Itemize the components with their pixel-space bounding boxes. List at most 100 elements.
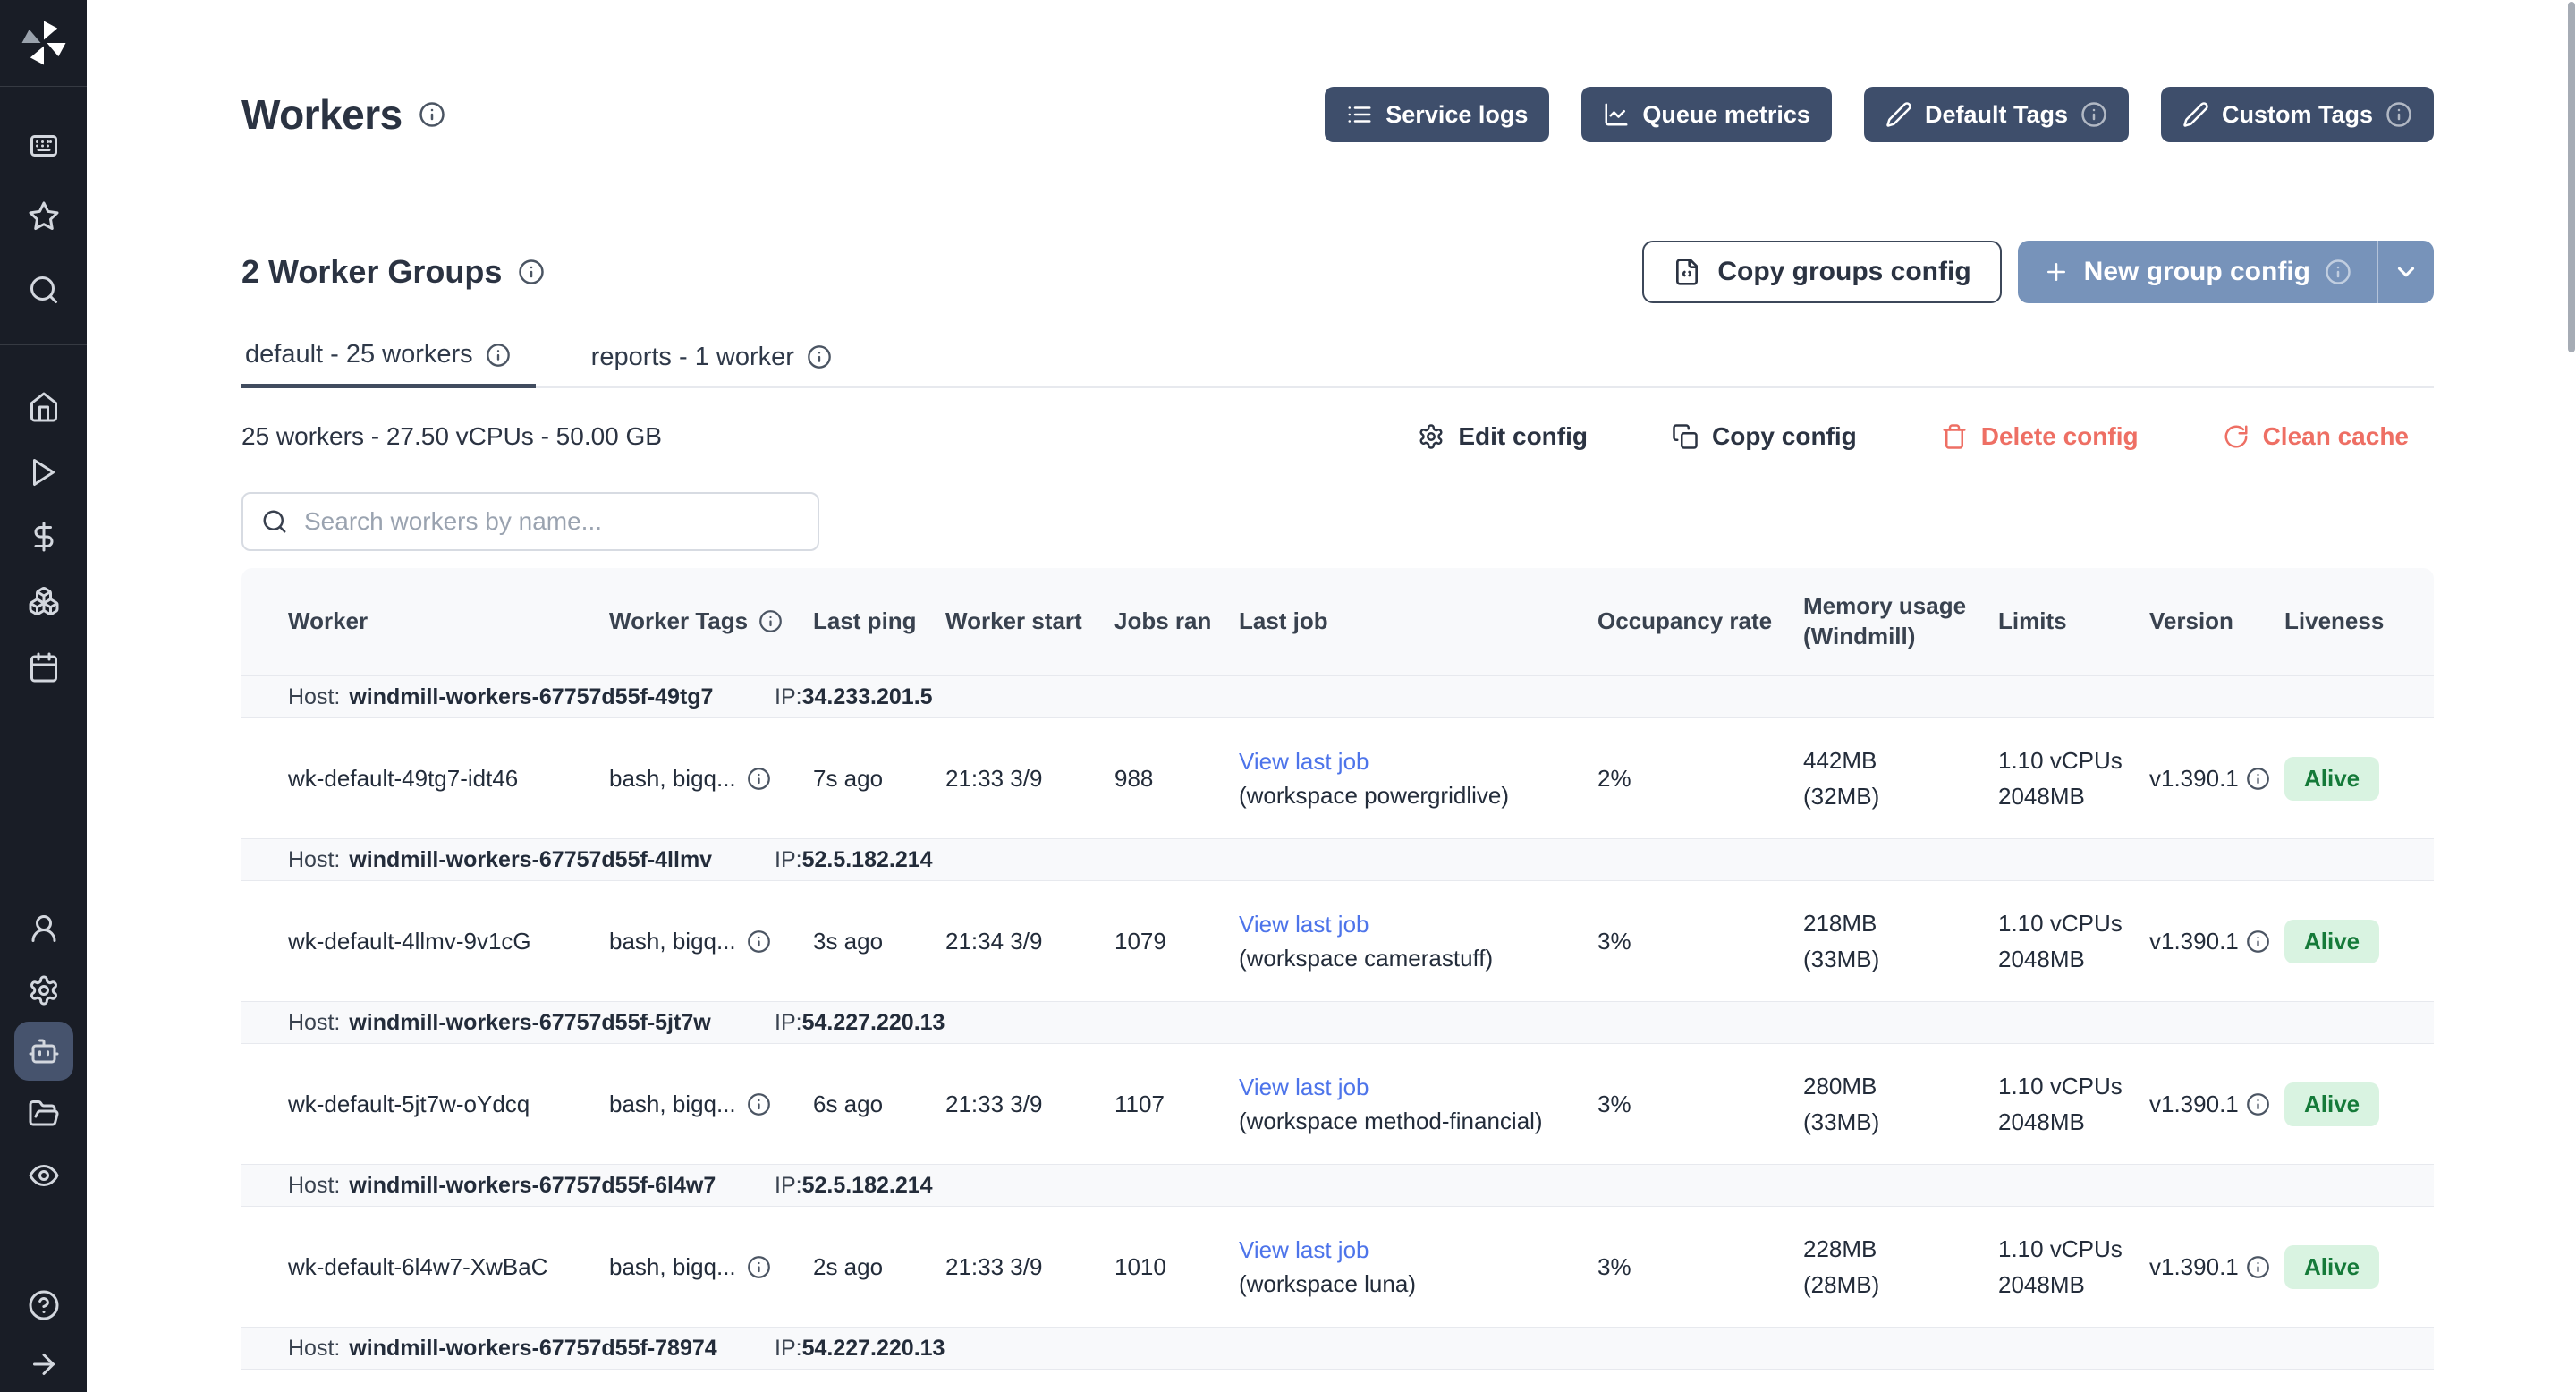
last-ping: 2s ago xyxy=(813,1253,945,1281)
robot-icon xyxy=(28,1035,60,1067)
limits-cell: 1.10 vCPUs 2048MB xyxy=(1998,743,2149,814)
info-icon[interactable] xyxy=(758,609,783,633)
info-icon[interactable] xyxy=(2325,259,2351,285)
clean-cache-button[interactable]: Clean cache xyxy=(2223,422,2409,451)
keypad-icon[interactable] xyxy=(28,130,60,162)
pen-icon xyxy=(2182,101,2209,128)
info-icon[interactable] xyxy=(747,929,771,954)
jobs-ran: 1079 xyxy=(1114,928,1239,955)
boxes-icon[interactable] xyxy=(28,585,60,617)
host-name: windmill-workers-67757d55f-5jt7w xyxy=(349,1010,710,1036)
help-icon[interactable] xyxy=(28,1289,60,1321)
last-job-cell: View last job (workspace camerastuff) xyxy=(1239,907,1597,975)
view-last-job-link[interactable]: View last job xyxy=(1239,907,1576,941)
tab-default[interactable]: default - 25 workers xyxy=(242,333,536,388)
info-icon[interactable] xyxy=(747,767,771,791)
view-last-job-link[interactable]: View last job xyxy=(1239,1233,1576,1267)
star-icon[interactable] xyxy=(28,200,60,233)
host-row: Host: windmill-workers-67757d55f-78974 I… xyxy=(242,1327,2434,1370)
windmill-logo-icon[interactable] xyxy=(19,18,69,68)
worker-row: wk-default-5jt7w-oYdcq bash, bigq... 6s … xyxy=(242,1044,2434,1164)
info-icon[interactable] xyxy=(2246,929,2270,954)
info-icon[interactable] xyxy=(486,343,511,368)
limits-cell: 1.10 vCPUs 2048MB xyxy=(1998,1231,2149,1303)
toolbar: Service logs Queue metrics Default Tags xyxy=(1325,87,2434,142)
tab-reports[interactable]: reports - 1 worker xyxy=(588,333,857,388)
search-icon[interactable] xyxy=(28,274,60,306)
liveness-cell: Alive xyxy=(2284,1245,2434,1289)
host-row: Host: windmill-workers-67757d55f-5jt7w I… xyxy=(242,1001,2434,1044)
sidebar-divider xyxy=(0,344,87,345)
sidebar-divider xyxy=(0,86,87,87)
last-job-workspace: (workspace method-financial) xyxy=(1239,1104,1576,1138)
col-occupancy-rate: Occupancy rate xyxy=(1597,607,1803,637)
search-icon xyxy=(261,508,288,535)
search-input[interactable] xyxy=(304,507,800,536)
occupancy-rate: 2% xyxy=(1597,765,1803,793)
dollar-icon[interactable] xyxy=(28,521,60,553)
info-icon[interactable] xyxy=(2385,101,2412,128)
play-icon[interactable] xyxy=(28,456,60,488)
view-last-job-link[interactable]: View last job xyxy=(1239,744,1576,778)
memory-usage-cell: 218MB (33MB) xyxy=(1803,905,1998,977)
custom-tags-button[interactable]: Custom Tags xyxy=(2161,87,2434,142)
new-group-config-button[interactable]: New group config xyxy=(2018,241,2434,303)
host-ip: IP:52.5.182.214 xyxy=(775,1173,933,1199)
scrollbar-thumb[interactable] xyxy=(2568,2,2575,352)
info-icon[interactable] xyxy=(747,1255,771,1279)
info-icon[interactable] xyxy=(747,1092,771,1116)
host-prefix: Host: xyxy=(288,847,340,873)
host-name: windmill-workers-67757d55f-4llmv xyxy=(349,847,712,873)
gear-icon xyxy=(1418,423,1445,450)
worker-groups-info-icon[interactable] xyxy=(518,259,545,285)
worker-name: wk-default-5jt7w-oYdcq xyxy=(242,1091,609,1118)
info-icon[interactable] xyxy=(2080,101,2107,128)
occupancy-rate: 3% xyxy=(1597,1253,1803,1281)
col-memory-usage: Memory usage (Windmill) xyxy=(1803,591,1998,652)
limits-cell: 1.10 vCPUs 2048MB xyxy=(1998,1068,2149,1140)
chevron-down-icon[interactable] xyxy=(2378,241,2434,303)
edit-config-button[interactable]: Edit config xyxy=(1418,422,1588,451)
delete-config-button[interactable]: Delete config xyxy=(1941,422,2139,451)
copy-config-button[interactable]: Copy config xyxy=(1672,422,1857,451)
collapse-arrow-icon[interactable] xyxy=(28,1348,60,1380)
host-name: windmill-workers-67757d55f-6l4w7 xyxy=(349,1173,716,1199)
last-job-workspace: (workspace powergridlive) xyxy=(1239,778,1576,812)
view-last-job-link[interactable]: View last job xyxy=(1239,1070,1576,1104)
col-worker: Worker xyxy=(242,607,609,637)
limits-cell: 1.10 vCPUs 2048MB xyxy=(1998,905,2149,977)
liveness-badge: Alive xyxy=(2284,1245,2379,1289)
service-logs-button[interactable]: Service logs xyxy=(1325,87,1549,142)
calendar-icon[interactable] xyxy=(28,651,60,683)
worker-row: wk-default-4llmv-9v1cG bash, bigq... 3s … xyxy=(242,881,2434,1001)
col-limits: Limits xyxy=(1998,607,2149,637)
queue-metrics-button[interactable]: Queue metrics xyxy=(1581,87,1832,142)
worker-row: wk-default-6l4w7-XwBaC bash, bigq... 2s … xyxy=(242,1207,2434,1327)
refresh-icon xyxy=(2223,423,2250,450)
settings-gear-icon[interactable] xyxy=(28,974,60,1006)
host-ip: IP:52.5.182.214 xyxy=(775,847,933,873)
workers-info-icon[interactable] xyxy=(419,101,445,128)
copy-groups-config-button[interactable]: Copy groups config xyxy=(1642,241,2001,303)
folder-open-icon[interactable] xyxy=(28,1098,60,1130)
group-summary: 25 workers - 27.50 vCPUs - 50.00 GB xyxy=(242,422,662,451)
jobs-ran: 1107 xyxy=(1114,1091,1239,1118)
liveness-badge: Alive xyxy=(2284,757,2379,801)
home-icon[interactable] xyxy=(28,391,60,423)
col-last-ping: Last ping xyxy=(813,607,945,637)
group-summary-row: 25 workers - 27.50 vCPUs - 50.00 GB Edit… xyxy=(242,419,2409,454)
worker-start: 21:33 3/9 xyxy=(945,1091,1114,1118)
info-icon[interactable] xyxy=(2246,1255,2270,1279)
default-tags-button[interactable]: Default Tags xyxy=(1864,87,2129,142)
file-code-icon xyxy=(1673,258,1701,286)
last-job-cell: View last job (workspace luna) xyxy=(1239,1233,1597,1301)
sidebar-item-workers[interactable] xyxy=(14,1022,73,1081)
liveness-badge: Alive xyxy=(2284,920,2379,963)
info-icon[interactable] xyxy=(807,344,832,369)
info-icon[interactable] xyxy=(2246,1092,2270,1116)
workers-table: Worker Worker Tags Last ping Worker star… xyxy=(242,568,2434,1370)
info-icon[interactable] xyxy=(2246,767,2270,791)
eye-icon[interactable] xyxy=(28,1159,60,1192)
user-icon[interactable] xyxy=(28,912,60,945)
host-ip: IP:54.227.220.13 xyxy=(775,1336,945,1362)
